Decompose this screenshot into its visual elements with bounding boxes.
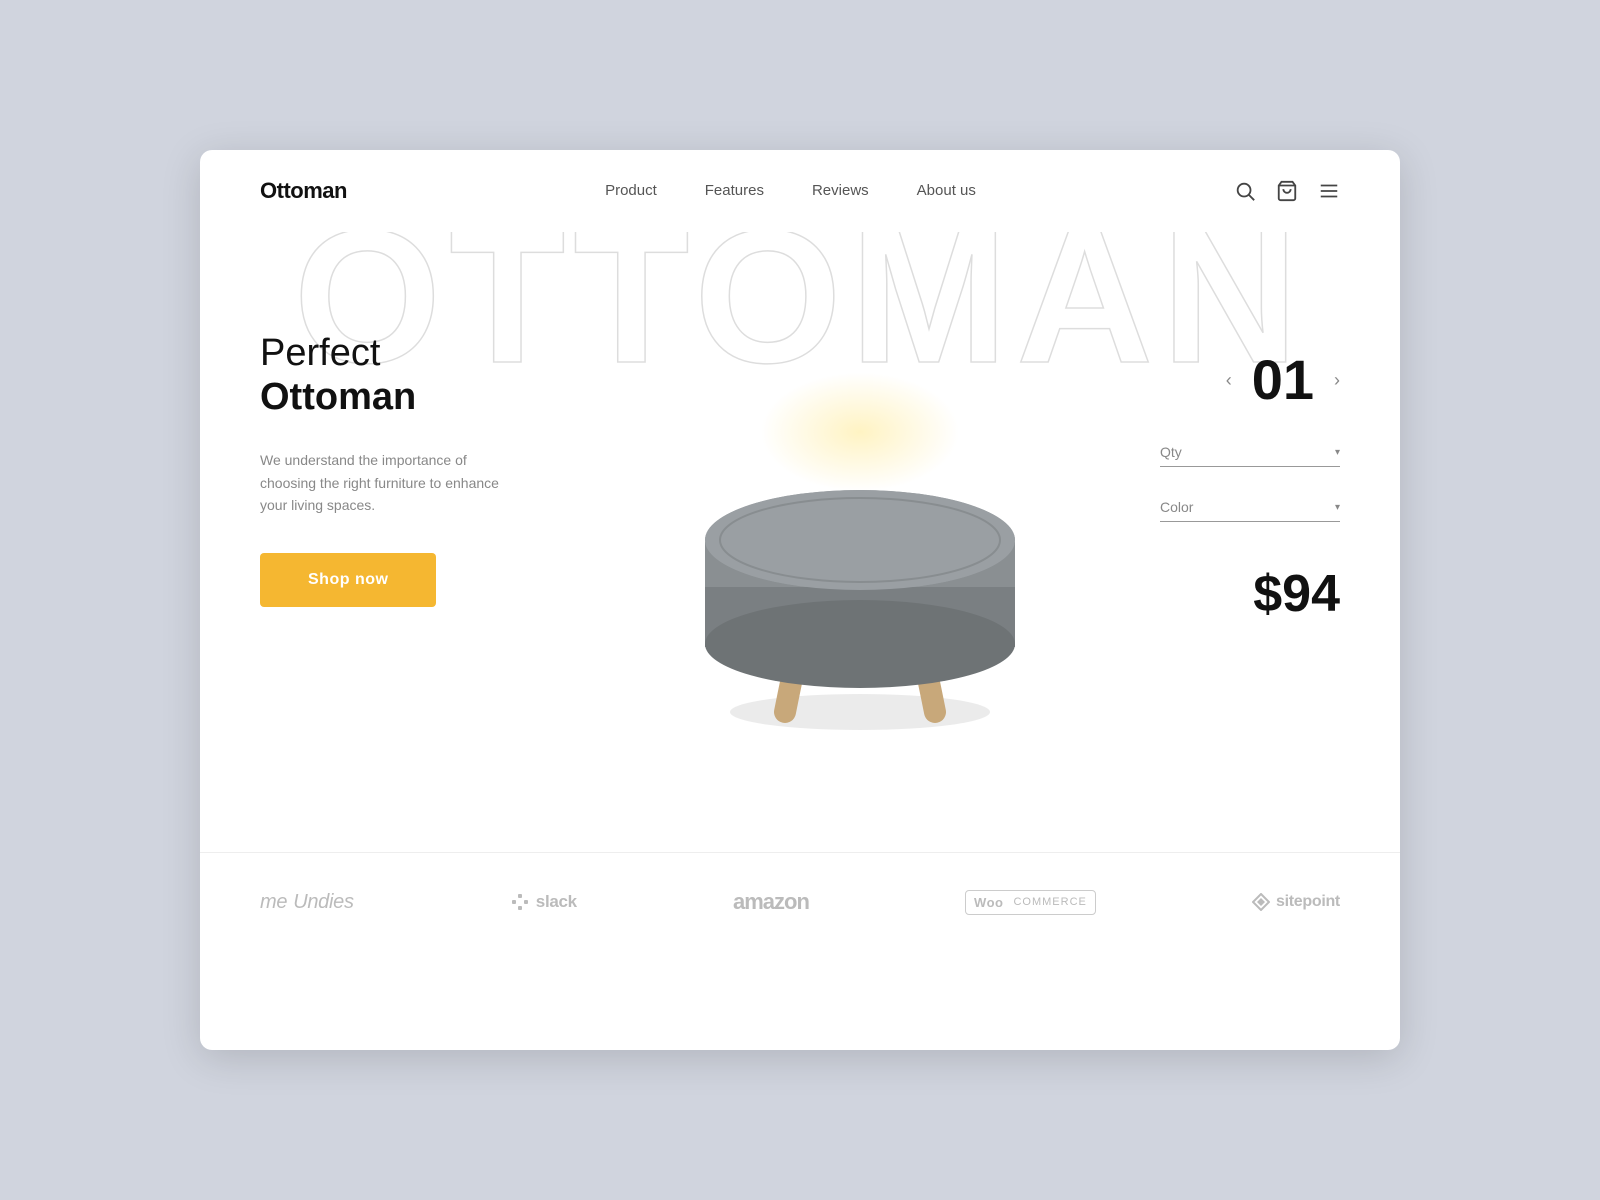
- hero-content: Perfect Ottoman We understand the import…: [260, 232, 1340, 772]
- menu-icon[interactable]: [1318, 180, 1340, 202]
- sitepoint-label: sitepoint: [1276, 893, 1340, 911]
- qty-dropdown[interactable]: Qty ▾: [1160, 438, 1340, 467]
- brand-logo[interactable]: Ottoman: [260, 178, 347, 204]
- hero-image-area: [600, 292, 1120, 772]
- amazon-label: amazon: [733, 889, 809, 915]
- ottoman-svg: [670, 372, 1050, 752]
- partner-slack: slack: [510, 892, 577, 912]
- hero-section: OTTOMAN Perfect Ottoman We understand th…: [200, 232, 1400, 852]
- hero-title: Ottoman: [260, 376, 600, 420]
- search-icon[interactable]: [1234, 180, 1256, 202]
- nav-icon-group: [1234, 180, 1340, 202]
- partner-woocommerce: Woo COMMERCE: [965, 890, 1096, 915]
- partner-meundies: meUndies: [260, 891, 354, 914]
- navbar: Ottoman Product Features Reviews About u…: [200, 150, 1400, 232]
- nav-item-about[interactable]: About us: [917, 182, 976, 200]
- partners-section: meUndies slack amazon Woo COMMERCE sitep…: [200, 852, 1400, 951]
- slack-label: slack: [536, 892, 577, 912]
- color-dropdown-arrow: ▾: [1335, 502, 1340, 513]
- qty-dropdown-arrow: ▾: [1335, 447, 1340, 458]
- hero-subtitle: Perfect: [260, 332, 600, 376]
- meundies-icon: me: [260, 891, 287, 914]
- cart-icon[interactable]: [1276, 180, 1298, 202]
- nav-item-reviews[interactable]: Reviews: [812, 182, 869, 200]
- counter-display: 01: [1252, 352, 1314, 408]
- color-label: Color: [1160, 499, 1193, 515]
- hero-right: ‹ 01 › Qty ▾ Color ▾ $94: [1120, 292, 1340, 624]
- shop-now-button[interactable]: Shop now: [260, 553, 436, 607]
- hero-left: Perfect Ottoman We understand the import…: [260, 292, 600, 607]
- commerce-label: COMMERCE: [1013, 896, 1086, 908]
- sitepoint-icon: [1252, 893, 1270, 911]
- color-dropdown[interactable]: Color ▾: [1160, 493, 1340, 522]
- woo-label: Woo: [974, 895, 1003, 910]
- hero-description: We understand the importance of choosing…: [260, 449, 520, 516]
- counter-row: ‹ 01 ›: [1226, 352, 1340, 408]
- partner-amazon: amazon: [733, 889, 809, 915]
- counter-prev-button[interactable]: ‹: [1226, 370, 1232, 391]
- ottoman-image: [650, 352, 1070, 772]
- slack-icon: [510, 892, 530, 912]
- price-display: $94: [1253, 564, 1340, 624]
- nav-item-features[interactable]: Features: [705, 182, 764, 200]
- nav-item-product[interactable]: Product: [605, 182, 657, 200]
- browser-window: Ottoman Product Features Reviews About u…: [200, 150, 1400, 1050]
- qty-label: Qty: [1160, 444, 1182, 460]
- counter-next-button[interactable]: ›: [1334, 370, 1340, 391]
- partner-sitepoint: sitepoint: [1252, 893, 1340, 911]
- nav-links: Product Features Reviews About us: [605, 182, 976, 200]
